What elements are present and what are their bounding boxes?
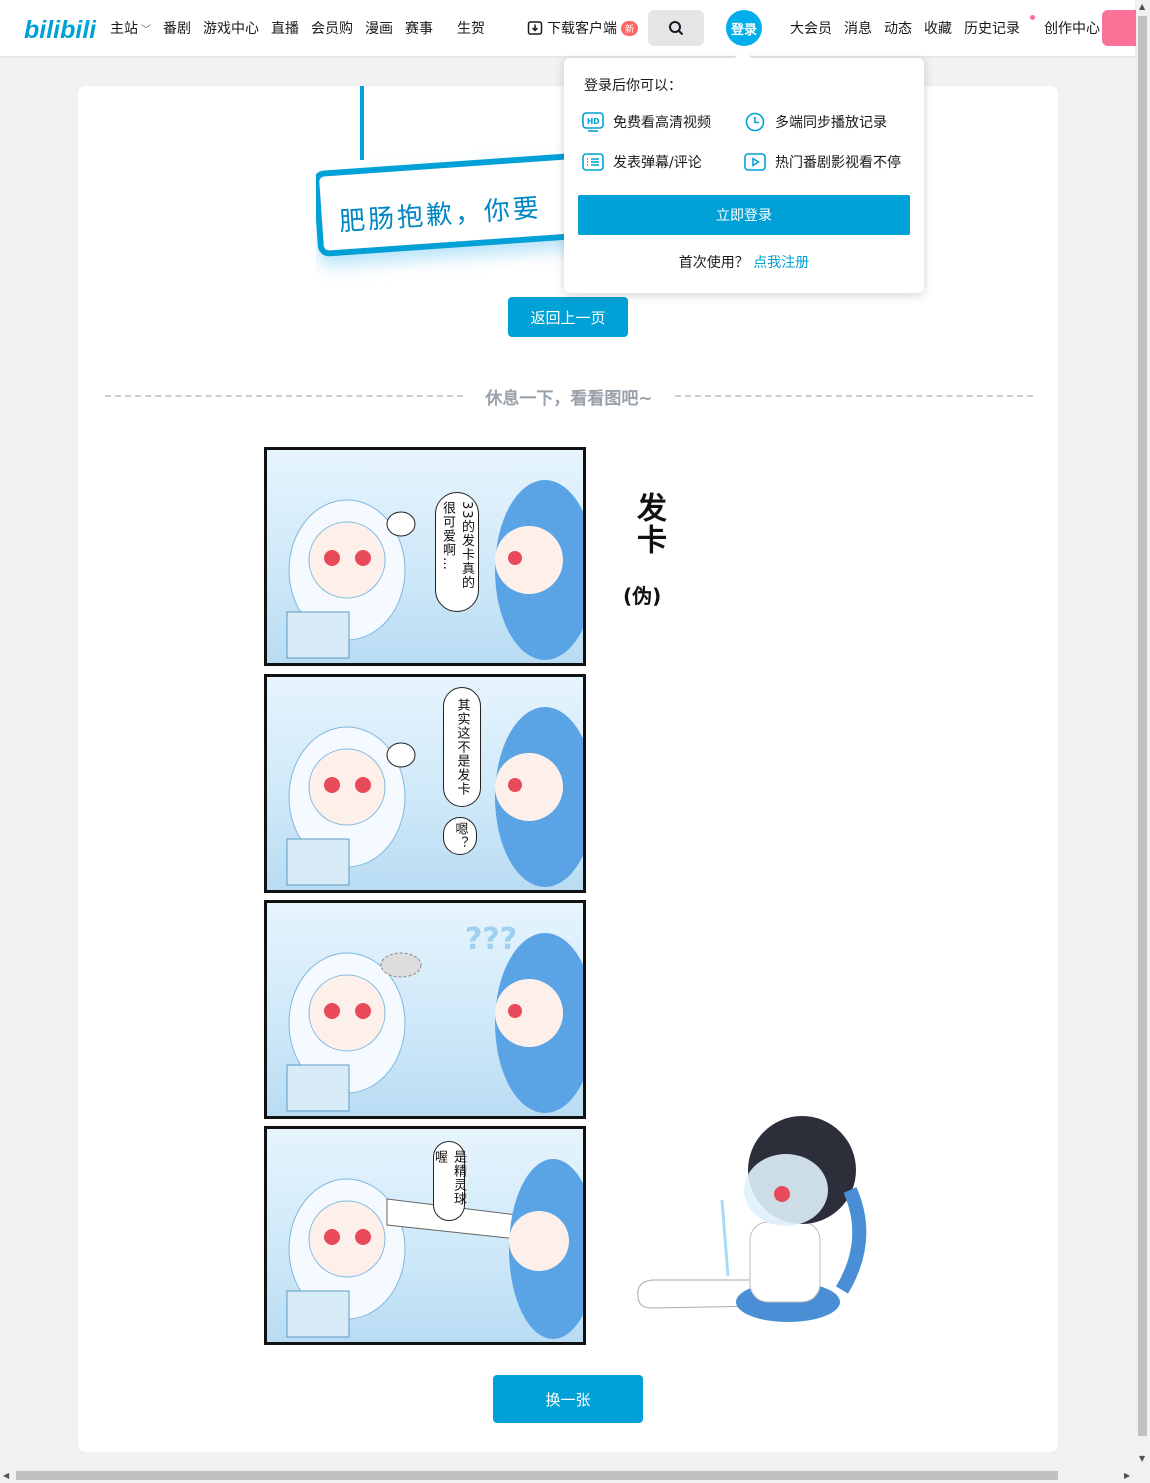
speech-bubble-2: 其实这不是发卡 [443,687,481,807]
comic-subtitle: (伪) [623,584,662,608]
search-button[interactable] [648,10,704,46]
login-popup: 登录后你可以： HD 免费看高清视频 多端同步播放记录 发表弹幕/评论 热门番剧… [564,58,924,293]
nav-vip[interactable]: 大会员 [790,18,832,38]
comic-panel-1: 33的发卡真的很可爱啊… [264,447,586,666]
perk-hd-video: HD 免费看高清视频 [582,112,711,132]
comic-panel-4: 是精灵球喔 [264,1126,586,1345]
nav-mall[interactable]: 会员购 [311,18,353,38]
back-button[interactable]: 返回上一页 [508,297,628,337]
download-client-label: 下载客户端 [547,21,617,37]
divider-text: 休息一下，看看图吧~ [485,388,653,409]
comic-characters-illustration: ??? [286,922,583,1113]
comic-panel-3: ??? [264,900,586,1119]
perk-anime-label: 热门番剧影视看不停 [775,155,901,171]
login-avatar-button[interactable]: 登录 [726,10,762,46]
speech-bubble-4: 是精灵球喔 [432,1141,466,1221]
vertical-scrollbar[interactable]: ▲ ▼ [1135,0,1150,1468]
nav-main-site-label: 主站 [110,21,138,37]
comic-characters-illustration [286,707,583,887]
comic-title: 发卡 [631,492,666,556]
comic-characters-illustration [286,480,583,660]
search-icon [669,21,684,36]
register-link[interactable]: 点我注册 [753,255,809,271]
right-nav: 大会员 消息 动态 收藏 历史记录 创作中心 [790,0,1112,56]
perk-comment: 发表弹幕/评论 [582,152,702,172]
register-prompt: 首次使用？ 点我注册 [564,252,924,272]
comic-characters-illustration [286,1159,583,1339]
svg-text:HD: HD [587,117,600,126]
nav-dynamics[interactable]: 动态 [884,18,912,38]
speech-bubble-2b: 嗯？ [443,817,477,855]
nav-messages[interactable]: 消息 [844,18,872,38]
nav-birthday[interactable]: 生贺 [457,18,485,38]
mascot-illustration [637,1116,867,1322]
nav-history-label: 历史记录 [964,21,1020,37]
comic-panel-2: 其实这不是发卡 嗯？ [264,674,586,893]
play-icon [744,153,766,171]
horizontal-scroll-thumb[interactable] [16,1471,1058,1480]
nav-live[interactable]: 直播 [271,18,299,38]
horizontal-scrollbar[interactable]: ◀ ▶ [0,1468,1135,1483]
scroll-up-arrow-icon[interactable]: ▲ [1139,2,1145,11]
chevron-down-icon: ﹀ [141,24,151,36]
nav-favorites[interactable]: 收藏 [924,18,952,38]
divider-line-left [105,395,464,397]
nav-history[interactable]: 历史记录 [964,15,1035,38]
svg-text:???: ??? [465,922,517,957]
scroll-down-arrow-icon[interactable]: ▼ [1139,1454,1145,1463]
clock-icon [745,112,765,132]
top-header: bilibili 主站 ﹀ 番剧 游戏中心 直播 会员购 漫画 赛事 生贺 下载客… [0,0,1136,56]
danmaku-list-icon [582,153,604,171]
register-prompt-text: 首次使用？ [678,255,749,271]
perk-hd-video-label: 免费看高清视频 [613,115,711,131]
swap-image-button[interactable]: 换一张 [493,1375,643,1423]
nav-game-center[interactable]: 游戏中心 [203,18,259,38]
hd-icon: HD [582,112,604,132]
perk-sync-history: 多端同步播放记录 [744,112,887,132]
perk-comment-label: 发表弹幕/评论 [613,155,702,171]
download-client-link[interactable]: 下载客户端 新 [527,18,639,38]
popup-login-button[interactable]: 立即登录 [578,195,910,235]
nav-anime[interactable]: 番剧 [163,18,191,38]
speech-bubble-1: 33的发卡真的很可爱啊… [435,492,479,612]
divider-line-right [674,395,1033,397]
notification-dot [1030,15,1035,20]
upload-button[interactable] [1102,10,1136,46]
nav-manga[interactable]: 漫画 [365,18,393,38]
vertical-scroll-thumb[interactable] [1138,16,1147,1436]
nav-esports[interactable]: 赛事 [405,18,433,38]
scroll-right-arrow-icon[interactable]: ▶ [1124,1471,1130,1480]
bilibili-logo[interactable]: bilibili [24,12,96,44]
svg-text:bilibili: bilibili [24,16,96,44]
section-divider: 休息一下，看看图吧~ [105,384,1033,409]
popup-title: 登录后你可以： [584,78,682,94]
scroll-left-arrow-icon[interactable]: ◀ [3,1471,9,1480]
main-nav: 主站 ﹀ 番剧 游戏中心 直播 会员购 漫画 赛事 生贺 下载客户端 新 [110,0,650,56]
download-icon [527,21,543,35]
new-badge: 新 [621,20,639,36]
perk-sync-history-label: 多端同步播放记录 [775,115,887,131]
perk-anime: 热门番剧影视看不停 [744,152,901,172]
nav-main-site[interactable]: 主站 ﹀ [110,18,151,38]
nav-creator-center[interactable]: 创作中心 [1044,18,1100,38]
